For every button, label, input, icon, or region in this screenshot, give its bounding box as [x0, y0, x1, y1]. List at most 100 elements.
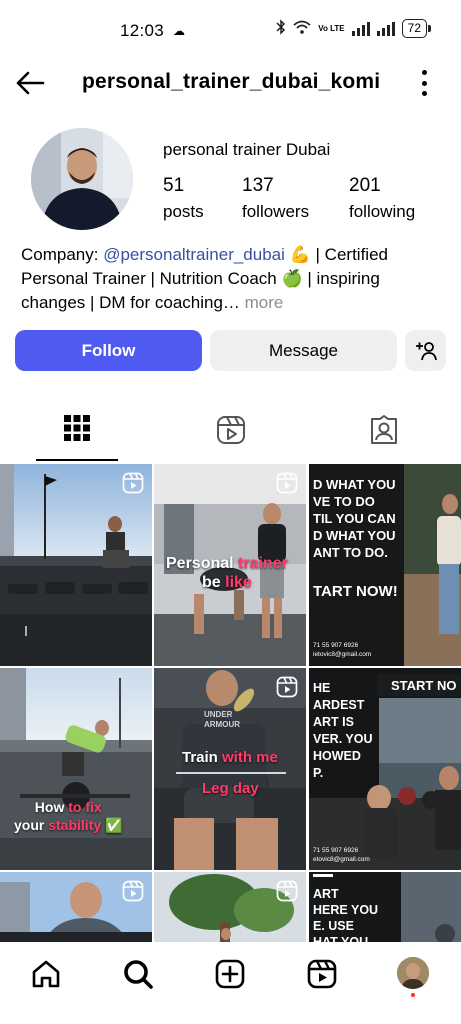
posts-grid: Personal trainer be like D WHAT YOU VE T… [0, 464, 461, 942]
post-thumbnail-2[interactable]: Personal trainer be like [154, 464, 306, 666]
quote-line: D WHAT YOU [313, 528, 396, 543]
bio-line-2: Personal Trainer | Nutrition Coach 🍏 | i… [21, 269, 380, 288]
profile-nav-avatar[interactable] [397, 957, 429, 989]
post-thumbnail-8[interactable] [154, 872, 306, 942]
caption-text: Personal [166, 555, 239, 572]
tagged-icon [371, 415, 397, 444]
add-person-icon [415, 341, 437, 360]
following-count-label: following [349, 202, 416, 221]
bio-more-link[interactable]: more [240, 293, 284, 312]
posts-count[interactable]: 51 posts [163, 173, 204, 225]
follow-button[interactable]: Follow [15, 330, 202, 371]
profile-tabs [0, 410, 461, 462]
quote-line: HERE YOU [313, 903, 379, 917]
tab-tagged[interactable] [307, 410, 461, 462]
bio-line-3: changes | DM for coaching… [21, 293, 240, 312]
more-options-icon[interactable] [421, 70, 427, 96]
quote-line: HOWED [313, 749, 361, 763]
home-icon[interactable] [30, 958, 62, 990]
followers-count-label: followers [242, 202, 310, 221]
post-thumbnail-7[interactable] [0, 872, 152, 942]
post-9-accent-bar [313, 874, 333, 877]
signal-icon-1 [351, 21, 370, 36]
page-title: personal_trainer_dubai_komi [82, 70, 381, 93]
post-3-cta: TART NOW! [313, 583, 398, 600]
bio-mention-link[interactable]: @personaltrainer_dubai [103, 245, 285, 264]
reel-badge-icon [122, 472, 144, 494]
contact-email: ietovic8@gmail.com [313, 651, 372, 658]
notification-dot [411, 993, 415, 997]
check-emoji: ✅ [105, 817, 123, 833]
post-thumbnail-1[interactable] [0, 464, 152, 666]
post-3-contact: 71 55 907 6926 ietovic8@gmail.com [313, 641, 371, 659]
post-2-caption: Personal trainer be like [166, 554, 288, 592]
posts-count-label: posts [163, 202, 204, 221]
caption-text: be [202, 574, 226, 591]
back-arrow-icon[interactable] [14, 68, 46, 98]
post-6-contact: 71 55 907 6926 etovic8@gmail.com [313, 846, 370, 864]
status-bar: 12:03 ☁ Vo LTE 72 [0, 0, 461, 60]
followers-count-value: 137 [242, 175, 274, 196]
bluetooth-icon [276, 19, 286, 38]
bottom-navigation [0, 942, 461, 1024]
grid-icon [64, 415, 90, 441]
suggest-people-button[interactable] [405, 330, 446, 371]
profile-bio: Company: @personaltrainer_dubai 💪 | Cert… [21, 243, 441, 315]
post-thumbnail-9[interactable]: ART HERE YOU E. USE HAT YOU [309, 872, 461, 942]
profile-avatar[interactable] [31, 128, 133, 230]
post-thumbnail-6[interactable]: START NO HE ARDEST ART IS VER. YOU HOWED… [309, 668, 461, 870]
reel-badge-icon [276, 676, 298, 698]
profile-header: personal_trainer_dubai_komi [0, 60, 461, 106]
quote-line: E. USE [313, 919, 354, 933]
caption-highlight: with me [222, 749, 278, 766]
post-thumbnail-4[interactable]: How to fix your stability ✅ [0, 668, 152, 870]
quote-line: P. [313, 766, 324, 780]
quote-line: VER. YOU [313, 732, 373, 746]
post-4-caption: How to fix your stability ✅ [14, 798, 122, 834]
tab-reels[interactable] [154, 410, 308, 462]
followers-count[interactable]: 137 followers [242, 173, 309, 225]
following-count[interactable]: 201 following [349, 173, 415, 225]
cloud-notification-icon: ☁ [173, 24, 185, 38]
signal-icon-2 [376, 21, 395, 36]
profile-full-name: personal trainer Dubai [163, 140, 331, 159]
reel-badge-icon [122, 880, 144, 902]
post-6-quote: HE ARDEST ART IS VER. YOU HOWED P. [313, 680, 373, 782]
reels-tab-icon [217, 416, 245, 444]
caption-divider [176, 772, 286, 774]
caption-highlight: Leg day [202, 780, 259, 797]
caption-highlight: stability [48, 817, 102, 833]
quote-line: ANT TO DO. [313, 545, 388, 560]
tab-posts-grid[interactable] [0, 410, 154, 462]
quote-line: HAT YOU [313, 935, 369, 942]
post-thumbnail-5[interactable]: UNDER ARMOUR Train with me Leg day [154, 668, 306, 870]
post-3-quote: D WHAT YOU VE TO DO TIL YOU CAN D WHAT Y… [313, 476, 396, 561]
shirt-logo-text: UNDER ARMOUR [204, 710, 240, 729]
post-5-caption-line1: Train with me [182, 748, 278, 767]
reels-icon[interactable] [306, 958, 338, 990]
caption-text: How [34, 799, 69, 815]
caption-highlight: trainer [238, 555, 288, 572]
contact-phone: 71 55 907 6926 [313, 642, 359, 649]
bio-line-1: 💪 | Certified [284, 245, 388, 264]
quote-line: VE TO DO [313, 494, 375, 509]
search-icon[interactable] [122, 958, 154, 990]
posts-count-value: 51 [163, 175, 185, 196]
caption-highlight: like [225, 574, 252, 591]
reel-badge-icon [276, 472, 298, 494]
post-6-badge: START NO [391, 678, 457, 693]
wifi-icon [293, 20, 311, 37]
active-tab-indicator [36, 459, 118, 461]
message-button[interactable]: Message [210, 330, 397, 371]
caption-text: Train [182, 749, 223, 766]
quote-line: D WHAT YOU [313, 477, 396, 492]
following-count-value: 201 [349, 175, 381, 196]
post-thumbnail-3[interactable]: D WHAT YOU VE TO DO TIL YOU CAN D WHAT Y… [309, 464, 461, 666]
quote-line: ART IS [313, 715, 354, 729]
quote-line: HE [313, 681, 331, 695]
create-post-icon[interactable] [214, 958, 246, 990]
caption-highlight: to fix [68, 799, 102, 815]
quote-line: TIL YOU CAN [313, 511, 396, 526]
volte-indicator: Vo LTE [318, 23, 345, 33]
battery-icon: 72 [401, 19, 432, 38]
